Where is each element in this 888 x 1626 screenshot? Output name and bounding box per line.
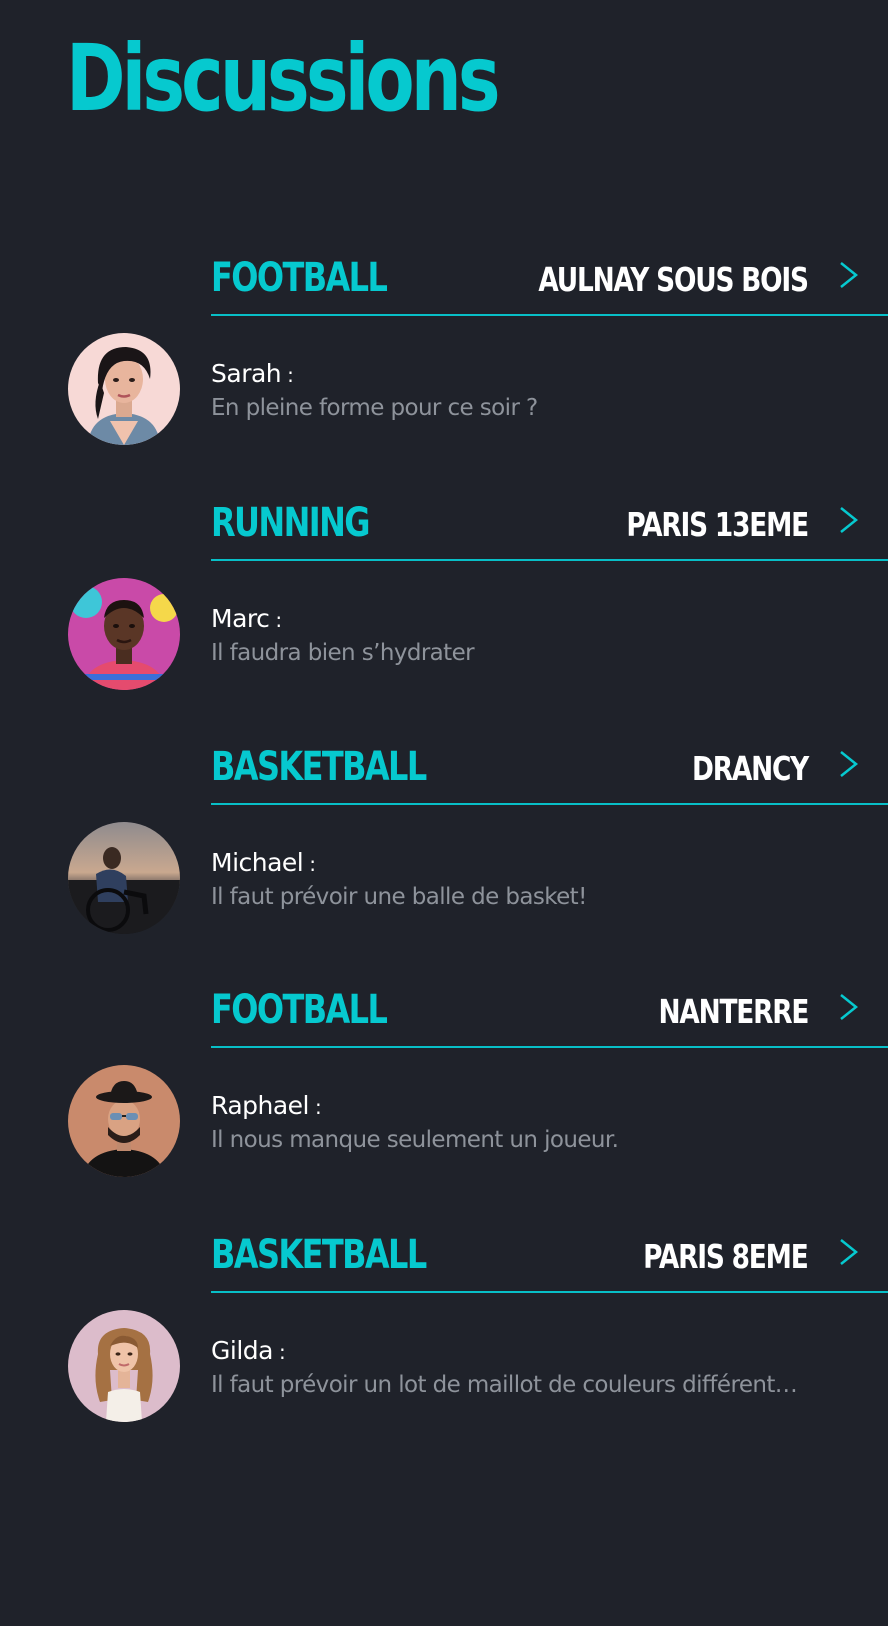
- discussion-header[interactable]: FOOTBALL NANTERRE: [211, 972, 888, 1048]
- sender-name: Raphael: [211, 1091, 310, 1120]
- discussion-header[interactable]: RUNNING PARIS 13EME: [211, 485, 888, 561]
- chevron-right-icon[interactable]: [838, 1237, 860, 1267]
- location-label: NANTERRE: [658, 992, 809, 1031]
- sender-line: Marc:: [211, 603, 282, 636]
- message-preview: Il faut prévoir une balle de basket!: [211, 884, 587, 910]
- sender-separator: :: [287, 363, 294, 387]
- sender-separator: :: [315, 1095, 322, 1119]
- sport-label: FOOTBALL: [211, 987, 388, 1033]
- message-preview: En pleine forme pour ce soir ?: [211, 395, 538, 421]
- location-label: DRANCY: [691, 749, 809, 788]
- sport-label: FOOTBALL: [211, 255, 388, 301]
- page-title: Discussions: [66, 25, 501, 132]
- sport-label: RUNNING: [211, 500, 371, 546]
- chevron-right-icon[interactable]: [838, 505, 860, 535]
- sender-name: Marc: [211, 604, 270, 633]
- discussion-header[interactable]: BASKETBALL DRANCY: [211, 729, 888, 805]
- discussion-item[interactable]: FOOTBALL NANTERRE Raphael: Il nous manqu…: [0, 972, 888, 1202]
- avatar[interactable]: [68, 1310, 180, 1422]
- location-label: AULNAY SOUS BOIS: [538, 260, 810, 299]
- avatar[interactable]: [68, 578, 180, 690]
- sender-name: Michael: [211, 848, 304, 877]
- chevron-right-icon[interactable]: [838, 260, 860, 290]
- sender-name: Sarah: [211, 359, 282, 388]
- avatar[interactable]: [68, 1065, 180, 1177]
- discussion-header[interactable]: FOOTBALL AULNAY SOUS BOIS: [211, 240, 888, 316]
- discussion-header[interactable]: BASKETBALL PARIS 8EME: [211, 1217, 888, 1293]
- sport-label: BASKETBALL: [211, 1232, 427, 1278]
- chevron-right-icon[interactable]: [838, 749, 860, 779]
- discussion-item[interactable]: BASKETBALL DRANCY Michael: Il faut prévo…: [0, 729, 888, 959]
- sport-label: BASKETBALL: [211, 744, 427, 790]
- sender-separator: :: [278, 1340, 286, 1364]
- message-preview: Il faut prévoir un lot de maillot de cou…: [211, 1372, 798, 1398]
- sender-separator: :: [309, 852, 316, 876]
- sender-separator: :: [275, 608, 282, 632]
- sender-line: Gilda:: [211, 1335, 286, 1368]
- discussion-item[interactable]: FOOTBALL AULNAY SOUS BOIS Sarah: En plei…: [0, 240, 888, 470]
- discussion-item[interactable]: RUNNING PARIS 13EME Marc: Il faudra bien…: [0, 485, 888, 715]
- discussion-item[interactable]: BASKETBALL PARIS 8EME Gilda: Il faut pré…: [0, 1217, 888, 1447]
- location-label: PARIS 8EME: [643, 1237, 810, 1276]
- location-label: PARIS 13EME: [626, 505, 809, 544]
- avatar[interactable]: [68, 333, 180, 445]
- sender-line: Michael:: [211, 847, 316, 880]
- message-preview: Il faudra bien s’hydrater: [211, 640, 475, 666]
- sender-line: Raphael:: [211, 1090, 322, 1123]
- chevron-right-icon[interactable]: [838, 992, 860, 1022]
- avatar[interactable]: [68, 822, 180, 934]
- sender-line: Sarah:: [211, 358, 294, 391]
- sender-name: Gilda: [211, 1336, 273, 1365]
- message-preview: Il nous manque seulement un joueur.: [211, 1127, 619, 1153]
